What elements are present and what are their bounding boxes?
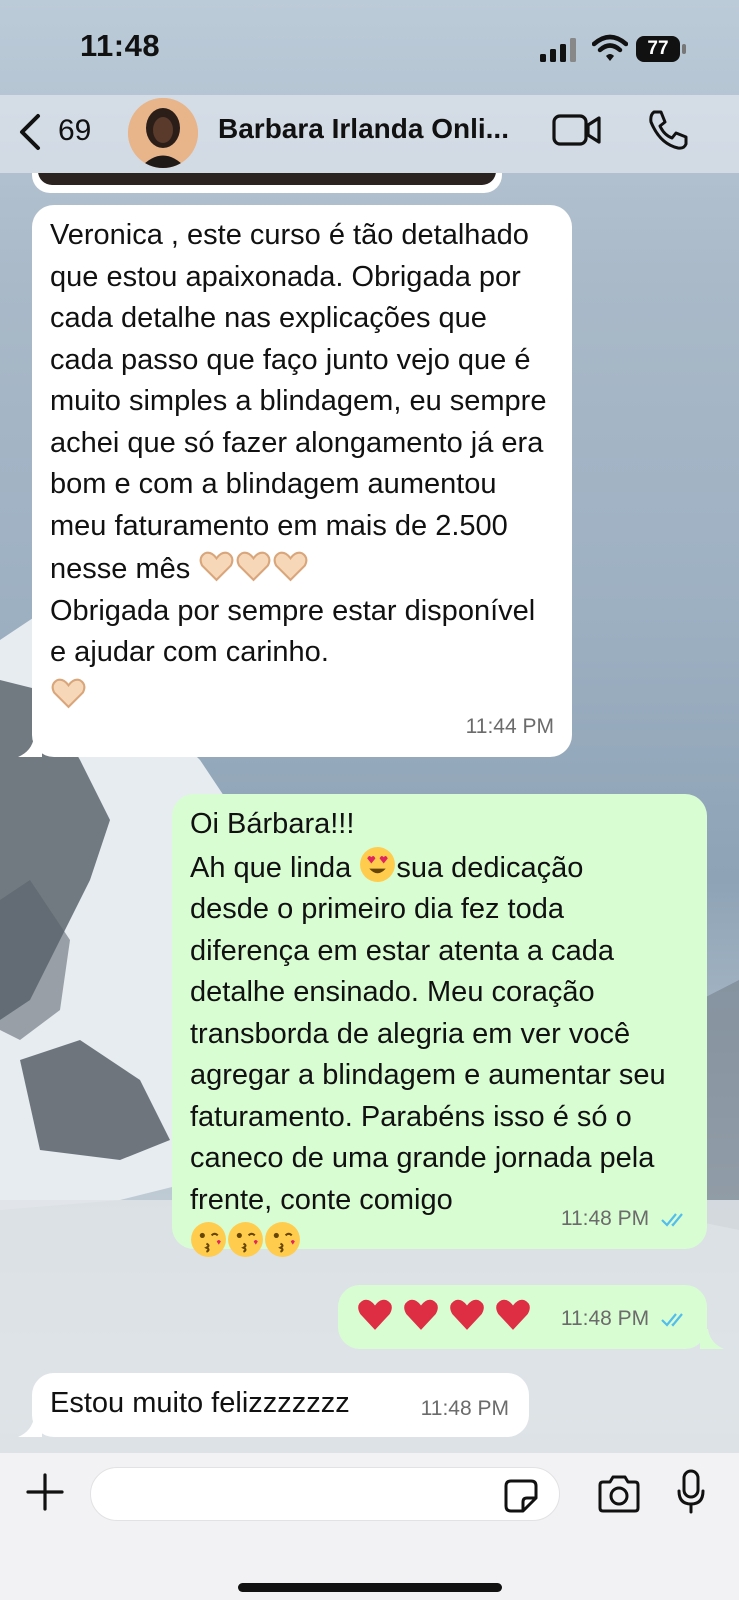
heart-hands-emoji-icon xyxy=(236,551,271,582)
message-line-start: Ah que linda xyxy=(190,851,360,884)
outgoing-message[interactable]: 11:48 PM xyxy=(338,1285,707,1349)
message-greeting: Oi Bárbara!!! xyxy=(190,808,355,840)
read-receipt-icon xyxy=(661,1213,683,1227)
battery-icon: 77 xyxy=(636,36,688,62)
plus-icon[interactable] xyxy=(26,1473,64,1511)
status-time: 11:48 xyxy=(80,28,161,63)
bubble-tail xyxy=(18,1417,42,1437)
red-heart-emoji-icon xyxy=(496,1299,530,1330)
red-heart-emoji-icon xyxy=(358,1299,392,1330)
heart-eyes-emoji-icon xyxy=(360,846,396,882)
message-text: desde o primeiro dia fez toda diferença … xyxy=(190,893,674,1216)
red-heart-emoji-icon xyxy=(450,1299,484,1330)
read-receipt-icon xyxy=(661,1313,683,1327)
message-text-continued: Obrigada por sempre estar disponível e a… xyxy=(50,594,544,669)
kiss-emoji-icon xyxy=(228,1222,263,1257)
sticker-icon[interactable] xyxy=(503,1478,539,1514)
kiss-emoji-icon xyxy=(265,1222,300,1257)
bubble-tail xyxy=(18,737,42,757)
previous-media-message[interactable] xyxy=(32,173,502,193)
bubble-tail xyxy=(700,1329,724,1349)
message-line-end: sua dedicação xyxy=(396,851,584,884)
heart-hands-emoji-icon xyxy=(51,678,86,708)
kiss-emoji-icon xyxy=(191,1222,226,1257)
heart-hands-emoji-icon xyxy=(273,551,308,582)
heart-hands-emoji-icon xyxy=(199,551,234,582)
status-bar: 11:48 77 xyxy=(0,0,739,95)
unread-count[interactable]: 69 xyxy=(58,114,91,148)
video-call-icon[interactable] xyxy=(552,111,602,149)
incoming-message[interactable]: Estou muito felizzzzzzz 11:48 PM xyxy=(32,1373,529,1437)
contact-name[interactable]: Barbara Irlanda Onli... xyxy=(218,113,528,145)
message-time: 11:48 PM xyxy=(560,1306,650,1330)
microphone-icon[interactable] xyxy=(676,1469,706,1515)
phone-call-icon[interactable] xyxy=(646,108,690,152)
message-list[interactable]: Veronica , este curso é tão detalhado qu… xyxy=(0,173,739,1453)
battery-level: 77 xyxy=(636,36,680,62)
message-text: Veronica , este curso é tão detalhado qu… xyxy=(50,219,555,585)
home-indicator[interactable] xyxy=(238,1583,502,1592)
camera-icon[interactable] xyxy=(596,1475,642,1513)
chat-header: 69 Barbara Irlanda Onli... xyxy=(0,95,739,173)
cellular-signal-icon xyxy=(540,38,576,62)
message-time: 11:48 PM xyxy=(560,1206,650,1230)
wifi-icon xyxy=(592,34,628,61)
message-time: 11:48 PM xyxy=(420,1396,509,1420)
contact-avatar[interactable] xyxy=(128,98,198,168)
message-input[interactable] xyxy=(90,1467,560,1521)
compose-bar xyxy=(0,1453,739,1600)
outgoing-message[interactable]: Oi Bárbara!!! Ah que linda sua dedicação… xyxy=(172,794,707,1257)
back-chevron-icon[interactable] xyxy=(18,113,42,151)
red-heart-emoji-icon xyxy=(404,1299,438,1330)
incoming-message[interactable]: Veronica , este curso é tão detalhado qu… xyxy=(32,205,572,757)
message-time: 11:44 PM xyxy=(465,714,554,738)
